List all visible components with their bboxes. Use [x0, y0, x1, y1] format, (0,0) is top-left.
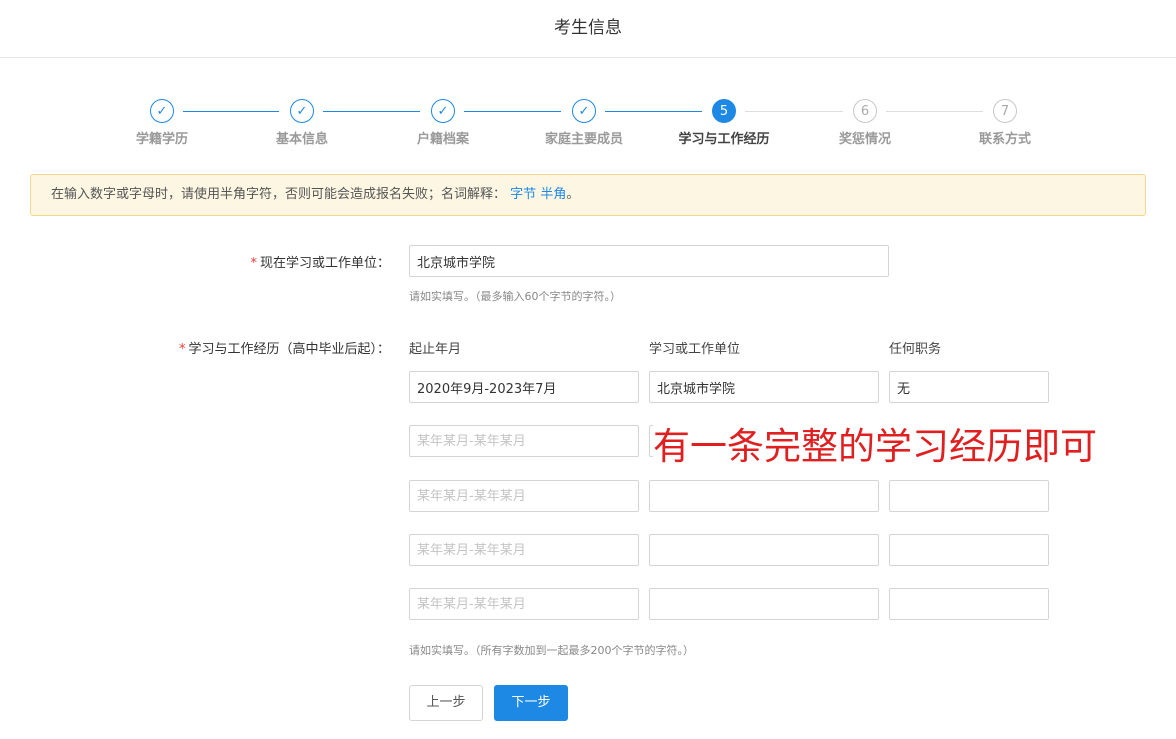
previous-step-button[interactable]: 上一步 — [409, 685, 483, 721]
column-header-unit: 学习或工作单位 — [649, 342, 741, 357]
byte-link[interactable]: 字节 — [510, 187, 536, 202]
page-header: 考生信息 — [0, 0, 1176, 58]
step-6[interactable]: 6 奖惩情况 — [805, 97, 925, 147]
unit-label-text: 现在学习或工作单位： — [259, 256, 390, 271]
step-number: 7 — [993, 99, 1017, 123]
notice-end: 。 — [566, 187, 580, 202]
notice-banner: 在输入数字或字母时，请使用半角字符，否则可能会造成报名失败；名词解释： 字节 半… — [30, 174, 1146, 216]
step-label: 基本信息 — [275, 132, 328, 147]
step-4[interactable]: ✓ 家庭主要成员 — [524, 97, 644, 147]
period-input[interactable] — [409, 371, 639, 403]
required-mark: * — [250, 256, 257, 271]
position-input[interactable] — [889, 371, 1049, 403]
period-input[interactable] — [409, 480, 639, 512]
unit-input[interactable] — [409, 245, 889, 277]
check-icon: ✓ — [431, 99, 455, 123]
step-label: 学籍学历 — [135, 132, 188, 147]
stepper: ✓ 学籍学历 ✓ 基本信息 ✓ 户籍档案 ✓ 家庭主要成员 5 学习与工作经历 … — [0, 97, 1176, 157]
unit-label: * 现在学习或工作单位： — [250, 252, 390, 271]
experience-unit-input[interactable] — [649, 588, 879, 620]
column-header-period: 起止年月 — [409, 342, 462, 357]
step-5[interactable]: 5 学习与工作经历 — [664, 97, 784, 147]
half-width-link[interactable]: 半角 — [540, 187, 566, 202]
experience-unit-input[interactable] — [649, 534, 879, 566]
experience-unit-input[interactable] — [649, 480, 879, 512]
next-step-button[interactable]: 下一步 — [494, 685, 568, 721]
step-label: 联系方式 — [978, 132, 1031, 147]
position-input[interactable] — [889, 480, 1049, 512]
column-header-position: 任何职务 — [889, 342, 942, 357]
period-input[interactable] — [409, 588, 639, 620]
experience-label: * 学习与工作经历（高中毕业后起）： — [179, 338, 390, 357]
step-3[interactable]: ✓ 户籍档案 — [383, 97, 503, 147]
step-number: 5 — [712, 99, 736, 123]
step-1[interactable]: ✓ 学籍学历 — [102, 97, 222, 147]
position-input[interactable] — [889, 534, 1049, 566]
experience-unit-input[interactable] — [649, 371, 879, 403]
position-input[interactable] — [889, 588, 1049, 620]
unit-hint: 请如实填写。（最多输入60个字节的字符。） — [409, 290, 621, 303]
experience-label-text: 学习与工作经历（高中毕业后起）： — [188, 342, 390, 357]
required-mark: * — [178, 342, 186, 357]
step-label: 户籍档案 — [416, 132, 469, 147]
period-input[interactable] — [409, 534, 639, 566]
period-input[interactable] — [409, 425, 639, 457]
page-title: 考生信息 — [554, 18, 622, 38]
notice-text: 在输入数字或字母时，请使用半角字符，否则可能会造成报名失败；名词解释： — [51, 187, 507, 202]
step-label: 学习与工作经历 — [678, 132, 770, 147]
red-annotation: 有一条完整的学习经历即可 — [653, 424, 1097, 470]
step-label: 家庭主要成员 — [544, 132, 623, 147]
step-2[interactable]: ✓ 基本信息 — [242, 97, 362, 147]
check-icon: ✓ — [150, 99, 174, 123]
step-number: 6 — [853, 99, 877, 123]
check-icon: ✓ — [290, 99, 314, 123]
experience-hint: 请如实填写。（所有字数加到一起最多200个字节的字符。） — [409, 644, 694, 657]
step-label: 奖惩情况 — [838, 132, 891, 147]
check-icon: ✓ — [572, 99, 596, 123]
step-7[interactable]: 7 联系方式 — [945, 97, 1065, 147]
